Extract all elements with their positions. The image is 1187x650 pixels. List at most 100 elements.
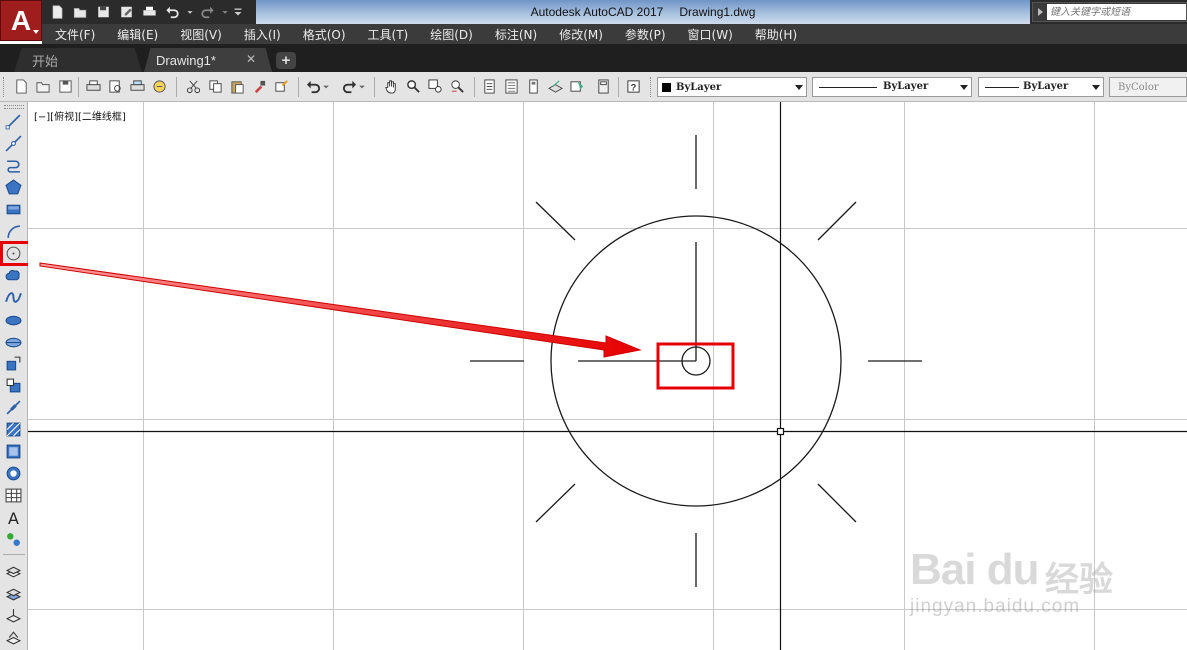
undo-button[interactable] [163, 4, 182, 21]
viewport-controls-label[interactable]: [−][俯视][二维线框] [34, 108, 126, 123]
rectangle-tool[interactable] [4, 200, 23, 219]
ellipse-icon [5, 315, 22, 326]
customize-qat-button[interactable] [233, 4, 243, 21]
save-button[interactable] [94, 4, 113, 21]
layer-tool-3[interactable] [4, 606, 23, 625]
open-folder-icon [35, 81, 50, 93]
match-properties-button[interactable] [250, 77, 268, 95]
undo-dropdown[interactable] [186, 4, 194, 21]
open-file-button[interactable] [71, 4, 90, 21]
cut-button[interactable] [184, 77, 202, 95]
construction-line-tool[interactable] [4, 134, 23, 153]
redo-dropdown[interactable] [221, 4, 229, 21]
toolbar-grip[interactable] [3, 77, 6, 97]
make-block-tool[interactable] [4, 376, 23, 395]
menu-view[interactable]: 视图(V) [180, 26, 222, 43]
color-control-dropdown[interactable]: ByLayer [657, 77, 807, 97]
ellipse-tool[interactable] [4, 310, 23, 329]
sheet-set-manager-button[interactable] [546, 77, 564, 95]
scissors-icon [186, 80, 200, 93]
svg-text:?: ? [630, 82, 636, 92]
undo-dropdown[interactable] [322, 77, 330, 95]
title-bar: A Autodesk AutoCAD 2017 Drawing1.dwg [0, 0, 1187, 41]
search-box [1032, 2, 1187, 22]
layer-tool-2[interactable] [4, 584, 23, 603]
menu-insert[interactable]: 插入(I) [244, 26, 281, 43]
toolbar-grip[interactable] [4, 105, 24, 109]
tab-drawing1[interactable]: Drawing1* ✕ [144, 48, 272, 72]
block-editor-button[interactable] [272, 77, 290, 95]
hatch-tool[interactable] [4, 420, 23, 439]
line-tool[interactable] [4, 112, 23, 131]
close-icon[interactable]: ✕ [246, 52, 256, 66]
table-tool[interactable] [4, 486, 23, 505]
undo-icon [306, 80, 320, 93]
application-menu-button[interactable]: A [0, 0, 42, 41]
redo-dropdown[interactable] [358, 77, 366, 95]
menu-tools[interactable]: 工具(T) [368, 26, 409, 43]
layer-tool-4[interactable] [4, 628, 23, 647]
redo-button[interactable] [340, 77, 358, 95]
arc-tool[interactable] [4, 222, 23, 241]
plot-preview-button[interactable] [106, 77, 124, 95]
save-as-button[interactable] [117, 4, 136, 21]
qnew-button[interactable] [12, 77, 30, 95]
add-selected-tool[interactable] [4, 530, 23, 549]
tab-start[interactable]: 开始 [14, 48, 142, 72]
multiline-text-tool[interactable]: A [4, 508, 23, 527]
chevron-down-icon [795, 85, 803, 90]
plot-button[interactable] [84, 77, 102, 95]
search-expand-icon[interactable] [1033, 8, 1047, 16]
menu-draw[interactable]: 绘图(D) [430, 26, 473, 43]
linetype-control-dropdown[interactable]: ByLayer [812, 77, 972, 97]
layer-tool-1[interactable] [4, 562, 23, 581]
new-file-button[interactable] [48, 4, 67, 21]
region-tool[interactable] [4, 464, 23, 483]
lineweight-control-dropdown[interactable]: ByLayer [978, 77, 1104, 97]
menu-help[interactable]: 帮助(H) [755, 26, 797, 43]
menu-edit[interactable]: 编辑(E) [117, 26, 158, 43]
copy-button[interactable] [206, 77, 224, 95]
search-input[interactable] [1047, 4, 1186, 20]
pan-button[interactable] [382, 77, 400, 95]
open-button[interactable] [34, 77, 52, 95]
menu-window[interactable]: 窗口(W) [688, 26, 733, 43]
toolbar-grip[interactable] [650, 77, 653, 97]
arc-icon [7, 225, 20, 238]
gradient-tool[interactable] [4, 442, 23, 461]
drawing-canvas[interactable] [28, 102, 1187, 650]
plot-style-control-dropdown[interactable]: ByColor [1109, 77, 1187, 97]
polygon-tool[interactable] [4, 178, 23, 197]
save-button[interactable] [56, 77, 74, 95]
menu-parametric[interactable]: 参数(P) [625, 26, 666, 43]
zoom-previous-button[interactable] [448, 77, 466, 95]
revision-cloud-tool[interactable] [4, 266, 23, 285]
menu-file[interactable]: 文件(F) [55, 26, 95, 43]
paste-button[interactable] [228, 77, 246, 95]
3d-print-button[interactable] [150, 77, 168, 95]
new-tab-button[interactable]: + [276, 52, 296, 69]
publish-button[interactable] [128, 77, 146, 95]
printer-icon [85, 79, 101, 91]
zoom-realtime-button[interactable] [404, 77, 422, 95]
redo-button[interactable] [198, 4, 217, 21]
menu-format[interactable]: 格式(O) [303, 26, 346, 43]
menu-modify[interactable]: 修改(M) [559, 26, 603, 43]
zoom-window-button[interactable] [426, 77, 444, 95]
menu-dimension[interactable]: 标注(N) [495, 26, 537, 43]
calculator-button[interactable] [594, 77, 612, 95]
tool-palettes-button[interactable] [524, 77, 542, 95]
separator [474, 77, 475, 97]
polyline-tool[interactable] [4, 156, 23, 175]
markup-set-manager-button[interactable] [568, 77, 586, 95]
paste-icon [230, 80, 244, 94]
properties-button[interactable] [480, 77, 498, 95]
plot-button[interactable] [140, 4, 159, 21]
spline-tool[interactable] [4, 288, 23, 307]
point-tool[interactable] [4, 398, 23, 417]
insert-block-tool[interactable] [4, 354, 23, 373]
help-button[interactable]: ? [624, 77, 642, 95]
design-center-button[interactable] [502, 77, 520, 95]
ellipse-arc-tool[interactable] [4, 332, 23, 351]
undo-button[interactable] [304, 77, 322, 95]
